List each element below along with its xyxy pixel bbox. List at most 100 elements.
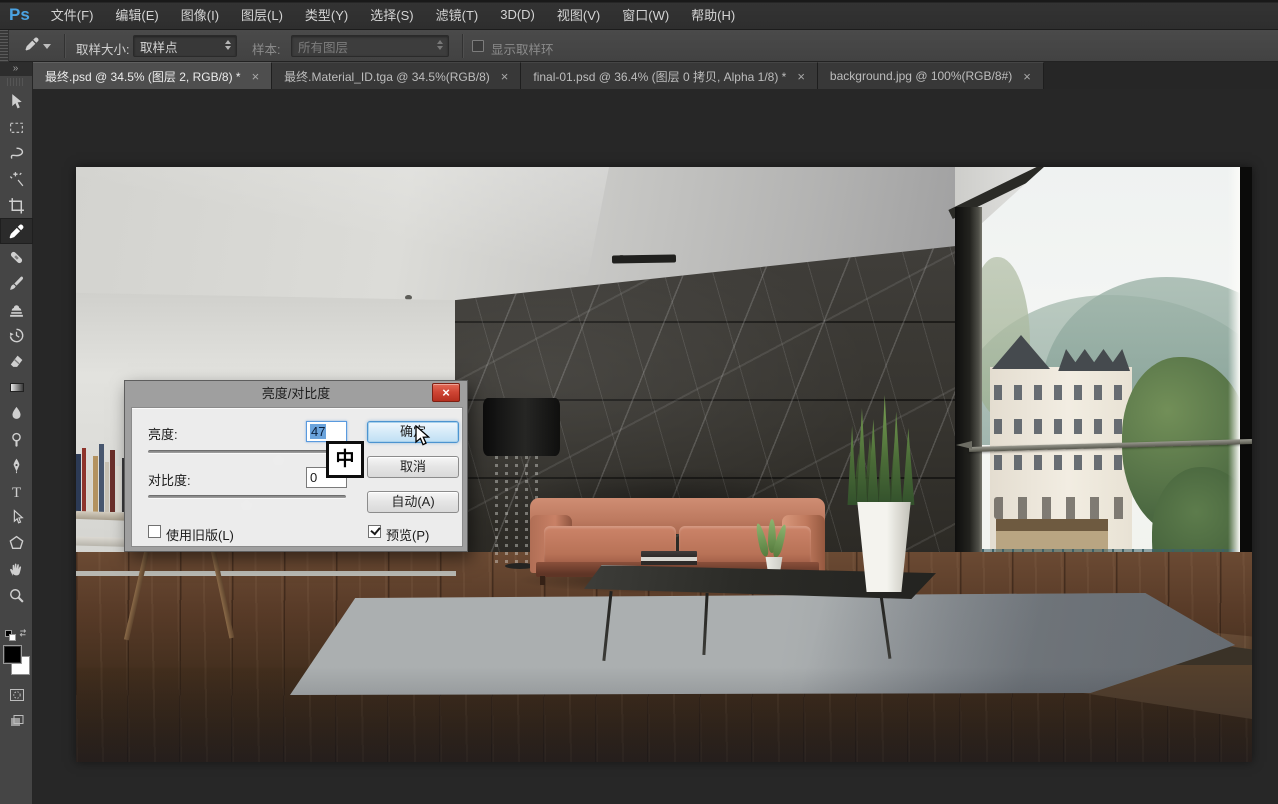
sample-dropdown: 所有图层 <box>291 35 449 57</box>
book-spine <box>87 470 92 512</box>
close-button[interactable]: × <box>432 383 460 402</box>
cancel-button[interactable]: 取消 <box>367 456 459 478</box>
eyedropper-tool-preset[interactable] <box>20 33 60 59</box>
building-roof <box>1052 349 1130 371</box>
tab-document-3[interactable]: final-01.psd @ 36.4% (图层 0 拷贝, Alpha 1/8… <box>521 62 818 89</box>
tab-document-4[interactable]: background.jpg @ 100%(RGB/8#) × <box>818 62 1044 89</box>
gradient-icon <box>10 383 24 392</box>
swap-colors-icon[interactable] <box>18 627 30 645</box>
marquee-tool[interactable] <box>0 114 33 140</box>
contrast-slider[interactable] <box>148 495 346 499</box>
menu-select[interactable]: 选择(S) <box>359 0 424 29</box>
updown-arrows-icon <box>225 40 231 50</box>
table-plant <box>740 517 800 577</box>
photoshop-window: Ps 文件(F) 编辑(E) 图像(I) 图层(L) 类型(Y) 选择(S) 滤… <box>0 0 1278 804</box>
magic-wand-tool[interactable] <box>0 166 33 192</box>
options-grip[interactable] <box>0 30 9 62</box>
zoom-tool[interactable] <box>0 582 33 608</box>
tools-panel: » T <box>0 62 33 804</box>
screen-mode-button[interactable] <box>0 712 33 734</box>
svg-text:T: T <box>12 484 21 499</box>
show-sampling-ring-checkbox <box>472 40 484 52</box>
cursor-arrow <box>415 425 432 453</box>
menu-file[interactable]: 文件(F) <box>40 0 105 29</box>
menu-view[interactable]: 视图(V) <box>546 0 611 29</box>
type-tool[interactable]: T <box>0 478 33 504</box>
menu-image[interactable]: 图像(I) <box>170 0 230 29</box>
contrast-slider-thumb[interactable] <box>240 499 253 510</box>
chevron-down-icon <box>43 44 51 49</box>
ok-button[interactable]: 确定 <box>367 421 459 443</box>
menu-bar: Ps 文件(F) 编辑(E) 图像(I) 图层(L) 类型(Y) 选择(S) 滤… <box>0 0 1278 30</box>
dialog-titlebar[interactable]: 亮度/对比度 × <box>125 381 467 407</box>
updown-arrows-icon <box>437 40 443 50</box>
close-icon[interactable]: × <box>1021 69 1033 84</box>
quick-mask-icon <box>9 687 25 708</box>
healing-brush-tool[interactable] <box>0 244 33 270</box>
crop-tool[interactable] <box>0 192 33 218</box>
auto-button[interactable]: 自动(A) <box>367 491 459 513</box>
preview-label: 预览(P) <box>386 525 429 544</box>
dodge-tool[interactable] <box>0 426 33 452</box>
lasso-tool[interactable] <box>0 140 33 166</box>
table-leg <box>602 591 612 661</box>
contrast-value: 0 <box>310 470 317 485</box>
brightness-input[interactable]: 47 <box>306 421 347 442</box>
floor-lamp <box>483 398 560 456</box>
sample-size-value: 取样点 <box>140 37 178 56</box>
book-spine <box>116 466 121 512</box>
move-tool[interactable] <box>0 88 33 114</box>
close-icon[interactable]: × <box>499 69 511 84</box>
eyedropper-tool[interactable] <box>0 218 33 244</box>
table-leg <box>880 595 891 659</box>
eraser-tool[interactable] <box>0 348 33 374</box>
close-icon[interactable]: × <box>250 69 262 84</box>
eyedropper-icon <box>24 36 40 57</box>
pen-tool[interactable] <box>0 452 33 478</box>
quick-mask-button[interactable] <box>0 686 33 708</box>
default-colors-icon[interactable] <box>9 634 16 641</box>
shape-tool[interactable] <box>0 530 33 556</box>
menu-type[interactable]: 类型(Y) <box>294 0 359 29</box>
ime-indicator: 中 <box>326 441 364 478</box>
tab-label: 最终.psd @ 34.5% (图层 2, RGB/8) * <box>45 68 241 85</box>
book-spine <box>110 450 115 512</box>
tab-document-1[interactable]: 最终.psd @ 34.5% (图层 2, RGB/8) * × <box>33 62 272 89</box>
foreground-color-swatch[interactable] <box>3 645 22 664</box>
brightness-value: 47 <box>310 424 326 439</box>
dialog-body: 亮度: 47 对比度: 0 使用旧版(L) 确定 取消 自动(A) 预览(P) <box>131 407 463 547</box>
preview-checkbox[interactable] <box>368 525 381 538</box>
sample-size-dropdown[interactable]: 取样点 <box>133 35 237 57</box>
menu-edit[interactable]: 编辑(E) <box>104 0 169 29</box>
panel-grip[interactable] <box>7 78 25 86</box>
building-roof <box>992 335 1050 369</box>
brush-tool[interactable] <box>0 270 33 296</box>
history-brush-tool[interactable] <box>0 322 33 348</box>
menu-window[interactable]: 窗口(W) <box>611 0 680 29</box>
book-spine <box>105 462 110 512</box>
floor-shadow <box>76 667 1252 762</box>
brightness-label: 亮度: <box>148 424 178 443</box>
direct-selection-tool[interactable] <box>0 504 33 530</box>
menu-help[interactable]: 帮助(H) <box>680 0 746 29</box>
clone-stamp-tool[interactable] <box>0 296 33 322</box>
document-tab-bar: 最终.psd @ 34.5% (图层 2, RGB/8) * × 最终.Mate… <box>33 62 1278 89</box>
hand-tool[interactable] <box>0 556 33 582</box>
gradient-tool[interactable] <box>0 374 33 400</box>
collapse-panel-button[interactable]: » <box>0 62 32 76</box>
separator <box>462 34 463 58</box>
menu-layer[interactable]: 图层(L) <box>230 0 294 29</box>
menu-filter[interactable]: 滤镜(T) <box>425 0 490 29</box>
close-icon[interactable]: × <box>795 69 807 84</box>
book-spine <box>82 448 87 512</box>
brightness-slider-thumb[interactable] <box>272 454 285 465</box>
tab-document-2[interactable]: 最终.Material_ID.tga @ 34.5%(RGB/8) × <box>272 62 521 89</box>
tab-label: final-01.psd @ 36.4% (图层 0 拷贝, Alpha 1/8… <box>533 68 786 85</box>
baseboard <box>76 571 456 576</box>
menu-3d[interactable]: 3D(D) <box>489 2 546 27</box>
use-legacy-checkbox[interactable] <box>148 525 161 538</box>
brightness-slider[interactable] <box>148 450 346 454</box>
show-sampling-ring-label: 显示取样环 <box>491 39 554 58</box>
color-swatches <box>0 645 33 683</box>
blur-tool[interactable] <box>0 400 33 426</box>
